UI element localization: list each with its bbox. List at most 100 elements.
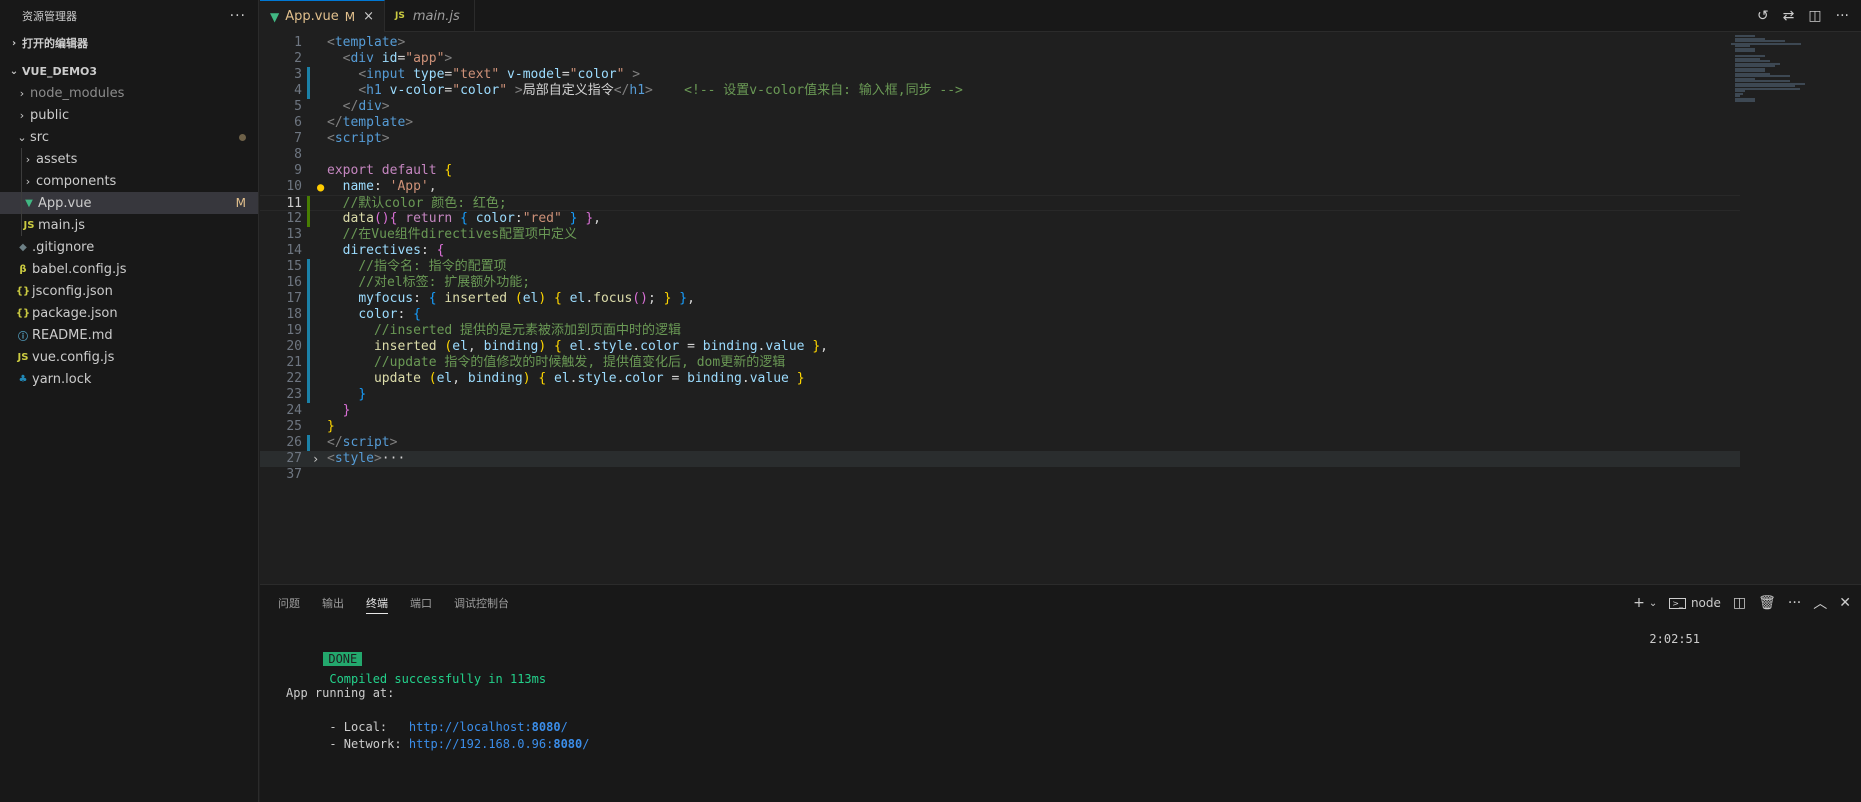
code-line[interactable]: 18 color: { (260, 307, 1740, 323)
code-text: color: { (358, 307, 421, 322)
more-actions-icon[interactable]: ··· (1836, 8, 1849, 24)
code-text: //update 指令的值修改的时候触发, 提供值变化后, dom更新的逻辑 (373, 355, 786, 370)
git-change-marker[interactable] (307, 211, 310, 227)
minimap[interactable] (1731, 33, 1821, 113)
open-editors-section[interactable]: › 打开的编辑器 (0, 32, 258, 54)
code-line[interactable]: 26 </script> (260, 435, 1740, 451)
git-change-marker[interactable] (307, 67, 310, 83)
new-terminal-icon[interactable]: + (1633, 595, 1645, 611)
code-line[interactable]: 27 › <style>··· (260, 451, 1740, 467)
terminal-shell-selector[interactable]: >_ node (1669, 596, 1721, 610)
split-terminal-icon[interactable]: ◫ (1733, 595, 1746, 611)
code-line[interactable]: 37 (260, 467, 1740, 483)
tree-item[interactable]: {} jsconfig.json (0, 280, 258, 302)
code-line[interactable]: 5 </div> (260, 99, 1740, 115)
git-change-marker[interactable] (307, 323, 310, 339)
tree-item[interactable]: ▼ App.vue M (0, 192, 258, 214)
code-line[interactable]: 4 <h1 v-color="color" >局部自定义指令</h1> <!--… (260, 83, 1740, 99)
tree-item[interactable]: ♣ yarn.lock (0, 368, 258, 390)
tab-debug-console[interactable]: 调试控制台 (454, 585, 509, 621)
git-change-marker[interactable] (307, 371, 310, 387)
git-change-marker[interactable] (307, 339, 310, 355)
code-line[interactable]: 20 inserted (el, binding) { el.style.col… (260, 339, 1740, 355)
compare-changes-icon[interactable]: ⇄ (1783, 8, 1795, 24)
tree-item[interactable]: β babel.config.js (0, 258, 258, 280)
code-line[interactable]: 19 //inserted 提供的是元素被添加到页面中时的逻辑 (260, 323, 1740, 339)
project-section[interactable]: ⌄ VUE_DEMO3 (0, 60, 258, 82)
code-line[interactable]: 24 } (260, 403, 1740, 419)
code-line[interactable]: 21 //update 指令的值修改的时候触发, 提供值变化后, dom更新的逻… (260, 355, 1740, 371)
more-actions-icon[interactable]: ··· (1788, 595, 1801, 611)
code-line[interactable]: 17 myfocus: { inserted (el) { el.focus()… (260, 291, 1740, 307)
line-number: 8 (294, 147, 302, 162)
lightbulb-icon[interactable]: ● (317, 179, 324, 195)
tree-item[interactable]: ◆ .gitignore (0, 236, 258, 258)
code-line[interactable]: 15 //指令名: 指令的配置项 (260, 259, 1740, 275)
code-line[interactable]: 7 <script> (260, 131, 1740, 147)
tab-terminal[interactable]: 终端 (366, 592, 388, 614)
line-number: 5 (294, 99, 302, 114)
git-change-marker[interactable] (307, 83, 310, 99)
tab-ports[interactable]: 端口 (410, 585, 432, 621)
code-line[interactable]: 12 data(){ return { color:"red" } }, (260, 211, 1740, 227)
code-line[interactable]: 8 (260, 147, 1740, 163)
tab-problems[interactable]: 问题 (278, 585, 300, 621)
git-change-marker[interactable] (307, 275, 310, 291)
tree-item[interactable]: › components (0, 170, 258, 192)
code-line[interactable]: 22 update (el, binding) { el.style.color… (260, 371, 1740, 387)
close-icon[interactable]: ✕ (1839, 595, 1851, 611)
terminal-output[interactable]: DONE Compiled successfully in 113ms 2:02… (280, 629, 1700, 751)
code-line[interactable]: 9 export default { (260, 163, 1740, 179)
git-change-marker[interactable] (307, 307, 310, 323)
json-file-icon: {} (15, 307, 31, 319)
code-line[interactable]: 23 } (260, 387, 1740, 403)
tree-item-label: node_modules (30, 85, 125, 101)
code-line[interactable]: 1 <template> (260, 35, 1740, 51)
more-actions-icon[interactable]: ··· (230, 8, 246, 24)
tree-item[interactable]: › assets (0, 148, 258, 170)
code-line[interactable]: 2 <div id="app"> (260, 51, 1740, 67)
tab-output[interactable]: 输出 (322, 585, 344, 621)
git-change-marker[interactable] (307, 435, 310, 451)
code-editor[interactable]: 1 <template> 2 <div id="app"> 3 <input type… (260, 33, 1861, 583)
tree-item[interactable]: JS vue.config.js (0, 346, 258, 368)
code-line[interactable]: 10 ● name: 'App', (260, 179, 1740, 195)
split-editor-icon[interactable]: ◫ (1808, 8, 1821, 24)
code-line[interactable]: 11 //默认color 颜色: 红色; (260, 195, 1740, 212)
git-change-marker[interactable] (307, 387, 310, 403)
fold-chevron-icon[interactable]: › (312, 451, 319, 467)
tree-item[interactable]: › public (0, 104, 258, 126)
git-change-marker[interactable] (307, 259, 310, 275)
git-change-marker[interactable] (307, 291, 310, 307)
tree-item[interactable]: JS main.js (0, 214, 258, 236)
code-line[interactable]: 13 //在Vue组件directives配置项中定义 (260, 227, 1740, 243)
tree-item[interactable]: {} package.json (0, 302, 258, 324)
git-change-marker[interactable] (307, 355, 310, 371)
code-text: </script> (327, 435, 398, 450)
tree-item[interactable]: ⌄ src (0, 126, 258, 148)
code-line[interactable]: 16 //对el标签: 扩展额外功能; (260, 275, 1740, 291)
app-running-label: App running at: (286, 686, 395, 700)
tree-item[interactable]: › node_modules (0, 82, 258, 104)
maximize-panel-icon[interactable]: ︿ (1813, 593, 1827, 613)
code-text: //默认color 颜色: 红色; (342, 196, 507, 211)
timeline-icon[interactable]: ↺ (1757, 8, 1769, 24)
code-line[interactable]: 6 </template> (260, 115, 1740, 131)
code-text: //指令名: 指令的配置项 (358, 259, 507, 274)
tab-app-vue[interactable]: ▼ App.vue M × (260, 0, 385, 32)
code-line[interactable]: 14 directives: { (260, 243, 1740, 259)
chevron-down-icon[interactable]: ⌄ (1649, 598, 1657, 609)
yarn-file-icon: ♣ (18, 373, 28, 385)
tab-main-js[interactable]: JS main.js (385, 0, 475, 32)
code-line[interactable]: 3 <input type="text" v-model="color" > (260, 67, 1740, 83)
tree-item[interactable]: ⓘ README.md (0, 324, 258, 346)
network-url[interactable]: http://192.168.0.96:8080/ (409, 737, 590, 751)
line-number: 23 (286, 387, 302, 402)
git-change-marker[interactable] (307, 196, 310, 212)
line-number: 1 (294, 35, 302, 50)
code-text: <style>··· (327, 451, 406, 466)
trash-icon[interactable]: 🗑 (1758, 595, 1776, 611)
indent-guide (21, 192, 22, 214)
code-line[interactable]: 25} (260, 419, 1740, 435)
close-icon[interactable]: × (363, 9, 374, 24)
